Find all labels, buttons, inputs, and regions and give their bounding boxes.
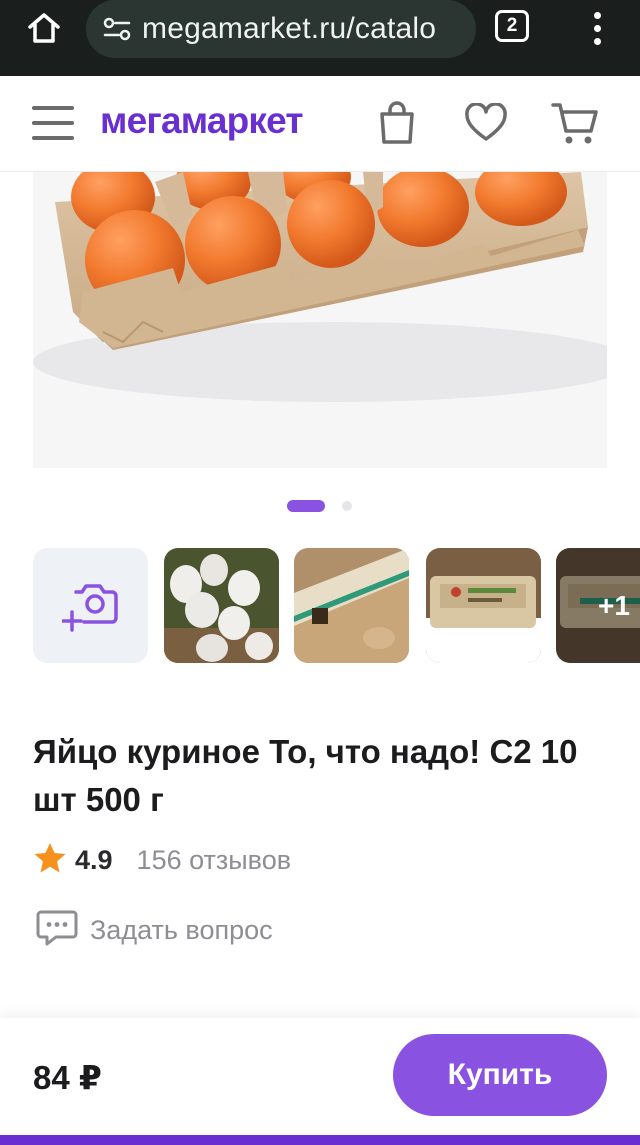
site-settings-icon[interactable] bbox=[100, 14, 134, 44]
ask-question-button[interactable]: Задать вопрос bbox=[36, 908, 273, 952]
star-icon bbox=[33, 842, 67, 879]
rating-value: 4.9 bbox=[75, 844, 113, 875]
bag-icon[interactable] bbox=[372, 98, 422, 148]
menu-icon[interactable] bbox=[32, 106, 74, 140]
buy-button[interactable]: Купить bbox=[393, 1034, 607, 1116]
product-page: megamarket.ru/catalo 2 мегамаркет +1 Яйц… bbox=[0, 0, 640, 1145]
product-price: 84 ₽ bbox=[33, 1059, 102, 1096]
ask-question-label: Задать вопрос bbox=[90, 914, 273, 945]
pagination-dot-active[interactable] bbox=[287, 500, 325, 512]
add-photo-button[interactable] bbox=[33, 548, 148, 663]
thumbnail-image[interactable] bbox=[164, 548, 279, 663]
tabs-count-button[interactable]: 2 bbox=[495, 10, 529, 42]
rating-row[interactable]: 4.9 156 отзывов bbox=[33, 840, 291, 880]
heart-icon[interactable] bbox=[461, 98, 511, 148]
site-logo[interactable]: мегамаркет bbox=[100, 100, 304, 142]
url-text: megamarket.ru/catalo bbox=[142, 12, 437, 45]
buy-bar: 84 ₽ Купить bbox=[0, 1018, 640, 1135]
thumbnail-more[interactable]: +1 bbox=[556, 548, 640, 663]
add-photo-icon bbox=[61, 583, 118, 632]
thumbnail-strip: +1 bbox=[0, 548, 640, 664]
product-main-image[interactable] bbox=[33, 172, 607, 468]
thumbnail-image[interactable] bbox=[426, 548, 541, 663]
more-photos-count: +1 bbox=[556, 548, 640, 663]
product-title: Яйцо куриное То, что надо! С2 10 шт 500 … bbox=[33, 733, 578, 818]
chat-bubble-icon bbox=[36, 909, 78, 952]
bottom-accent-strip bbox=[0, 1135, 640, 1145]
browser-toolbar: megamarket.ru/catalo 2 bbox=[0, 0, 640, 76]
browser-menu-icon[interactable] bbox=[582, 6, 612, 50]
reviews-link[interactable]: 156 отзывов bbox=[137, 845, 292, 876]
cart-icon[interactable] bbox=[550, 98, 600, 148]
site-header: мегамаркет bbox=[0, 76, 640, 172]
address-bar[interactable]: megamarket.ru/catalo bbox=[86, 0, 476, 58]
pagination-dot[interactable] bbox=[342, 501, 352, 511]
thumbnail-image[interactable] bbox=[294, 548, 409, 663]
egg-carton-illustration bbox=[33, 172, 607, 468]
gallery-pagination bbox=[0, 500, 640, 512]
home-icon[interactable] bbox=[20, 6, 68, 50]
